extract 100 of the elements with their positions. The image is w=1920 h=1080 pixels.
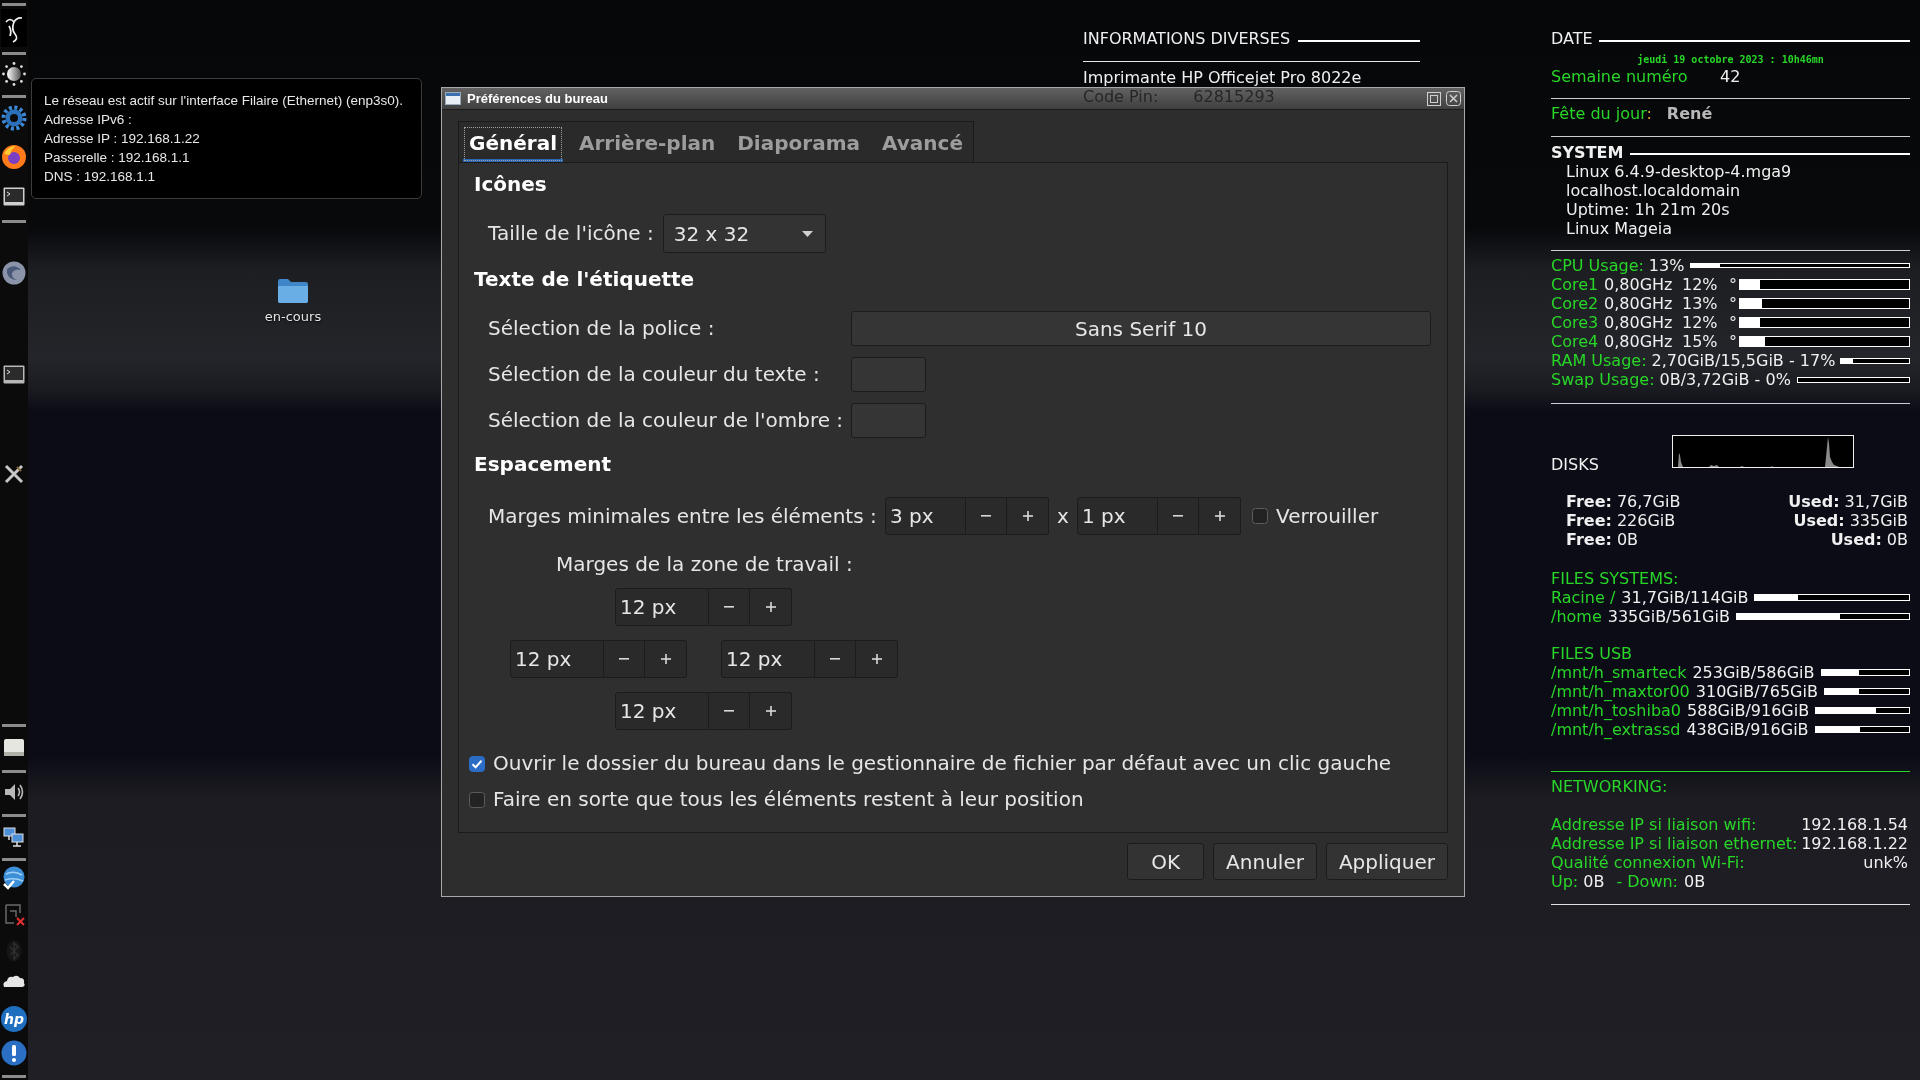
minus-icon	[724, 710, 734, 712]
section-heading: FILES SYSTEMS:	[1551, 569, 1679, 588]
usage-value: 310GiB/765GiB	[1695, 682, 1818, 701]
usage-value: 588GiB/916GiB	[1687, 701, 1810, 720]
checkbox[interactable]	[469, 755, 485, 772]
used-value: 335GiB	[1849, 511, 1908, 530]
section-heading: Texte de l'étiquette	[474, 268, 695, 291]
brightness-icon[interactable]	[2, 62, 26, 86]
font-picker-button[interactable]: Sans Serif 10	[851, 311, 1431, 346]
free-value: 0B	[1616, 530, 1639, 549]
system-info-text: Uptime: 1h 21m 20s	[1566, 200, 1730, 219]
core-label: Core3	[1551, 313, 1599, 332]
number-field[interactable]: 12 px	[615, 692, 709, 730]
section-heading: INFORMATIONS DIVERSES	[1083, 29, 1291, 48]
number-field[interactable]: 3 px	[885, 497, 966, 535]
cross-icon[interactable]	[3, 463, 25, 485]
free-label: Free:	[1566, 511, 1612, 530]
mount-label: Racine /	[1551, 588, 1616, 607]
feast-name: René	[1666, 104, 1713, 123]
minus-icon	[830, 658, 840, 660]
traffic-value: 0B	[1583, 872, 1605, 891]
usage-value: 2,70GiB/15,5GiB - 17%	[1651, 351, 1836, 370]
core-usage: 12%	[1682, 275, 1718, 294]
window-icon	[445, 92, 461, 105]
plus-icon	[765, 706, 776, 716]
increment-button[interactable]	[856, 640, 898, 678]
bird-icon[interactable]	[1, 9, 27, 47]
tab[interactable]: Diaporama	[731, 126, 866, 162]
network-label: Addresse IP si liaison wifi:	[1551, 815, 1757, 834]
tab[interactable]: Arrière-plan	[573, 126, 722, 162]
section-heading: DISKS	[1551, 455, 1599, 474]
tooltip-text: Adresse IP : 192.168.1.22	[44, 130, 200, 148]
free-label: Free:	[1566, 530, 1612, 549]
cancel-button[interactable]: Annuler	[1213, 843, 1317, 880]
core-frequency: 0,80GHz	[1604, 294, 1673, 313]
system-info-text: Linux 6.4.9-desktop-4.mga9	[1566, 162, 1792, 181]
number-field[interactable]: 12 px	[721, 640, 815, 678]
desktop-icon-label[interactable]: en-cours	[264, 309, 322, 325]
tab[interactable]: Avancé	[876, 126, 969, 162]
mount-label: /mnt/h_extrassd	[1551, 720, 1681, 739]
alert-icon[interactable]	[1, 1040, 27, 1066]
increment-button[interactable]	[645, 640, 687, 678]
traffic-label: - Down:	[1616, 872, 1678, 891]
section-heading: DATE	[1551, 29, 1593, 48]
gear-icon[interactable]	[1, 105, 27, 131]
terminal-icon[interactable]	[3, 187, 25, 206]
core-label: Core1	[1551, 275, 1599, 294]
core-temperature: °	[1729, 275, 1737, 294]
used-label: Used:	[1788, 492, 1840, 511]
increment-button[interactable]	[1199, 497, 1241, 535]
checkbox[interactable]	[1252, 508, 1268, 524]
plus-icon	[871, 654, 882, 664]
cloud-icon[interactable]	[2, 973, 26, 989]
drive-icon[interactable]	[3, 738, 25, 757]
field-label: Sélection de la couleur du texte :	[488, 363, 820, 386]
network-off-icon[interactable]	[2, 903, 26, 927]
icon-size-dropdown[interactable]: 32 x 32	[662, 214, 826, 253]
globe-check-icon[interactable]	[2, 866, 26, 890]
terminal-icon[interactable]	[3, 365, 25, 384]
close-icon[interactable]	[1446, 91, 1461, 106]
system-info-text: Linux Mageia	[1566, 219, 1673, 238]
swirl-icon[interactable]	[2, 261, 26, 285]
week-label: Semaine numéro	[1551, 67, 1689, 86]
usage-value: 31,7GiB/114GiB	[1621, 588, 1749, 607]
increment-button[interactable]	[750, 692, 792, 730]
usage-label: CPU Usage:	[1551, 256, 1644, 275]
times-label: x	[1057, 504, 1069, 528]
apply-button[interactable]: Appliquer	[1325, 843, 1448, 880]
checkbox-label: Faire en sorte que tous les éléments restent à leur position	[493, 788, 1084, 811]
increment-button[interactable]	[750, 588, 792, 626]
field-label: Sélection de la police :	[488, 317, 715, 340]
minus-icon	[981, 515, 991, 517]
core-temperature: °	[1729, 313, 1737, 332]
traffic-label: Up:	[1551, 872, 1579, 891]
plus-icon	[765, 602, 776, 612]
color-button[interactable]	[851, 403, 926, 438]
number-field[interactable]: 12 px	[510, 640, 604, 678]
checkbox[interactable]	[469, 791, 485, 808]
usage-label: Swap Usage:	[1551, 370, 1655, 389]
ok-button[interactable]: OK	[1127, 843, 1205, 880]
increment-button[interactable]	[1007, 497, 1049, 535]
field-label: Sélection de la couleur de l'ombre :	[488, 409, 844, 432]
field-label: Marges minimales entre les éléments :	[488, 504, 877, 528]
flame-circle-icon[interactable]	[1, 144, 27, 170]
network-icon[interactable]	[3, 826, 25, 848]
color-button[interactable]	[851, 357, 926, 392]
number-field[interactable]: 1 px	[1077, 497, 1158, 535]
code-pin-value: 62815293	[1193, 87, 1275, 106]
tray-logo[interactable]: hp	[1, 1006, 27, 1032]
traffic-value: 0B	[1684, 872, 1706, 891]
network-label: Qualité connexion Wi-Fi:	[1551, 853, 1745, 872]
checkbox-label: Verrouiller	[1276, 504, 1379, 528]
core-frequency: 0,80GHz	[1604, 313, 1673, 332]
number-field[interactable]: 12 px	[615, 588, 709, 626]
free-value: 76,7GiB	[1616, 492, 1681, 511]
maximize-icon[interactable]	[1427, 91, 1441, 106]
system-info-text: localhost.localdomain	[1566, 181, 1741, 200]
date-text: jeudi 19 octobre 2023 : 10h46mn	[1637, 53, 1824, 67]
usage-value: 13%	[1648, 256, 1685, 275]
feast-label: Fête du jour:	[1551, 104, 1652, 123]
